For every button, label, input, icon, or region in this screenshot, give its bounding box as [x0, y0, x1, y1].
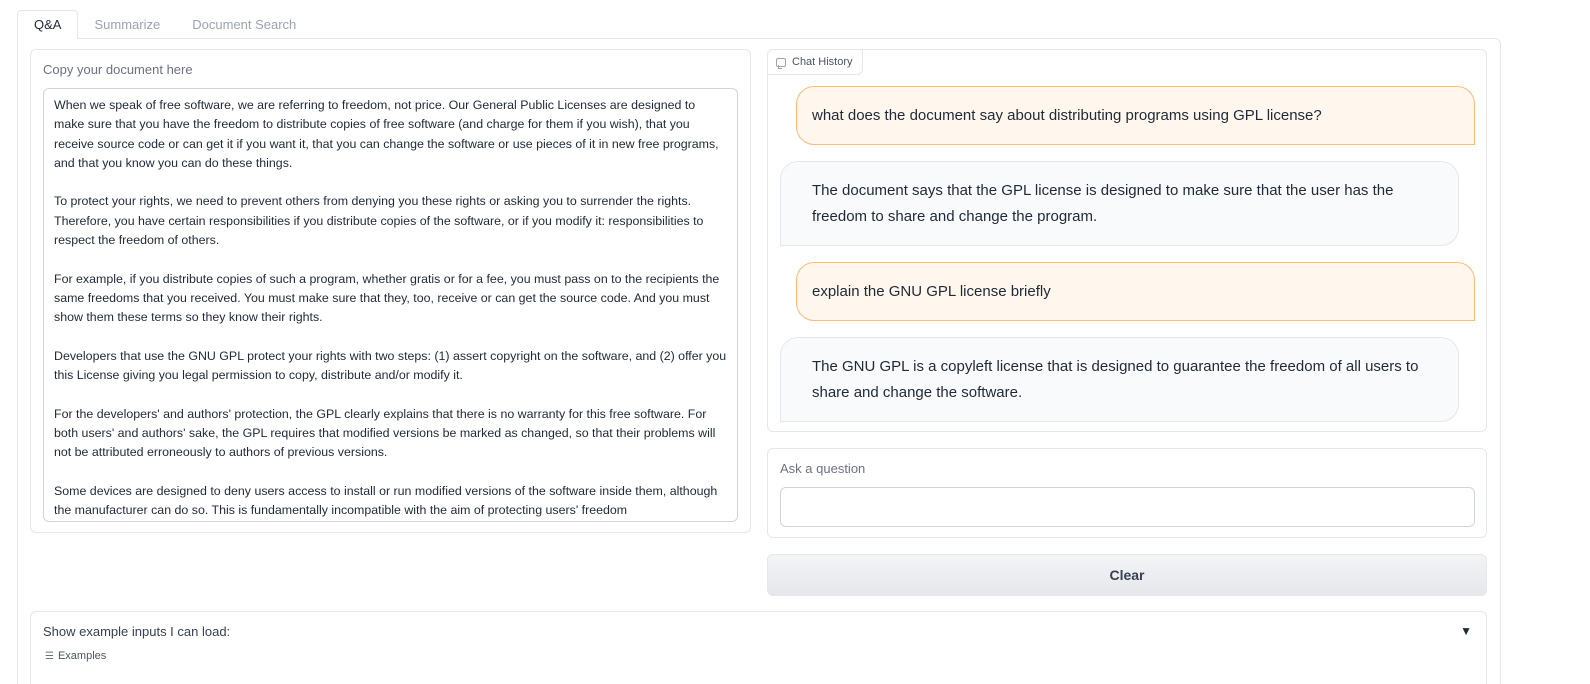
- document-paragraph: For example, if you distribute copies of…: [54, 271, 720, 325]
- bot-message: The document says that the GPL license i…: [780, 161, 1459, 246]
- question-label: Ask a question: [780, 461, 866, 476]
- examples-sub-label: Examples: [57, 650, 107, 662]
- document-paragraph: To protect your rights, we need to preve…: [54, 194, 704, 248]
- examples-accordion[interactable]: Show example inputs I can load: ▼ ☰ Exam…: [30, 611, 1487, 684]
- tab-summarize[interactable]: Summarize: [78, 10, 176, 39]
- bot-message: The GNU GPL is a copyleft license that i…: [780, 337, 1459, 422]
- chat-history-label: Chat History: [768, 50, 863, 75]
- document-label: Copy your document here: [43, 62, 193, 77]
- user-message: what does the document say about distrib…: [796, 86, 1475, 145]
- list-icon: ☰: [45, 650, 54, 662]
- tab-document-search[interactable]: Document Search: [176, 10, 312, 39]
- chat-history: Chat History what does the document say …: [767, 49, 1487, 432]
- question-block: Ask a question: [767, 448, 1487, 538]
- document-textarea[interactable]: When we speak of free software, we are r…: [43, 88, 738, 522]
- document-paragraph: Developers that use the GNU GPL protect …: [54, 348, 727, 383]
- document-paragraph: For the developers' and authors' protect…: [54, 406, 716, 460]
- examples-label: Show example inputs I can load:: [43, 624, 231, 639]
- tab-qa[interactable]: Q&A: [17, 10, 79, 39]
- document-block: Copy your document here When we speak of…: [30, 49, 751, 533]
- tab-bar: Q&A Summarize Document Search: [17, 10, 312, 39]
- user-message: explain the GNU GPL license briefly: [796, 262, 1475, 321]
- chat-history-label-text: Chat History: [792, 56, 853, 68]
- chat-bubble-icon: [776, 57, 786, 69]
- clear-button[interactable]: Clear: [767, 554, 1487, 596]
- document-paragraph: When we speak of free software, we are r…: [54, 98, 719, 170]
- document-paragraph: Some devices are designed to deny users …: [54, 483, 718, 518]
- triangle-down-icon[interactable]: ▼: [1460, 624, 1472, 638]
- examples-sub-header: ☰ Examples: [45, 650, 106, 662]
- question-input[interactable]: [780, 487, 1475, 527]
